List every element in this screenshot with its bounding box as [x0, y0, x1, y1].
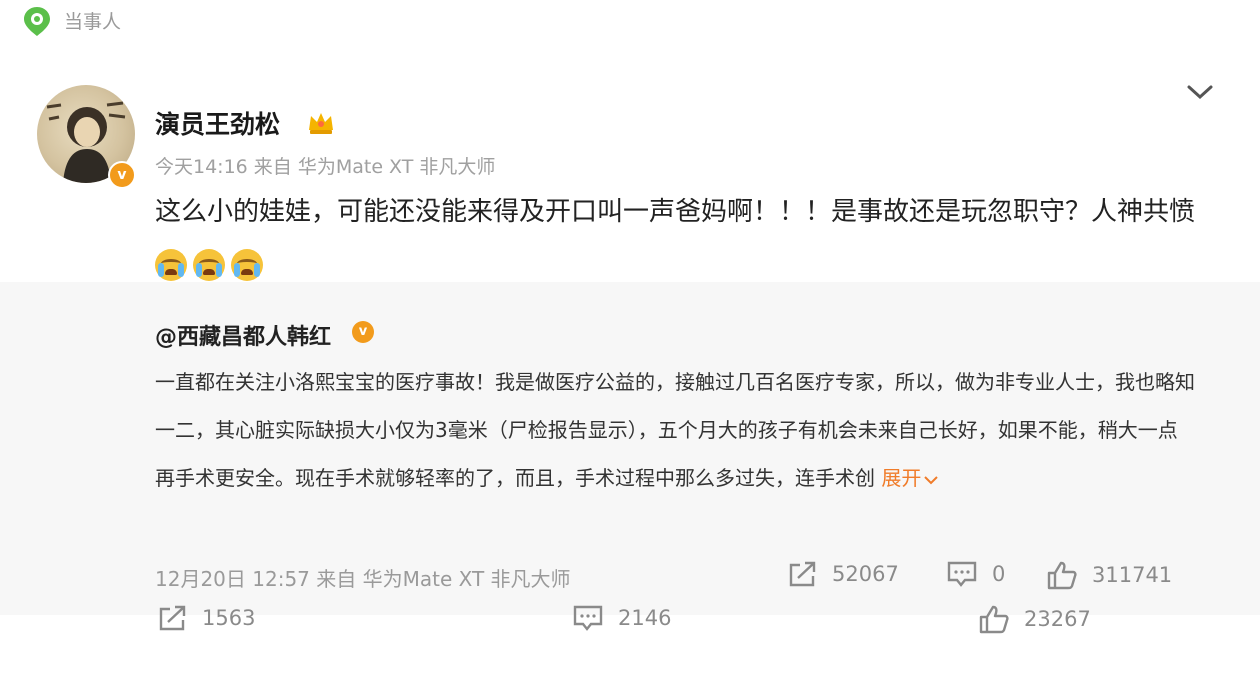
like-count: 311741: [1092, 563, 1173, 587]
repost-text: 一直都在关注小洛熙宝宝的医疗事故！我是做医疗公益的，接触过几百名医疗专家，所以，…: [155, 358, 1195, 502]
share-icon: [789, 561, 816, 587]
author-name[interactable]: 演员王劲松: [155, 105, 280, 141]
post-content: 这么小的娃娃，可能还没能来得及开口叫一声爸妈啊！！！是事故还是玩忽职守？人神共愤: [155, 186, 1215, 290]
repost-meta: 12月20日 12:57 来自 华为Mate XT 非凡大师: [155, 567, 571, 591]
crown-icon: [309, 113, 333, 134]
location-badge-icon: [24, 7, 50, 36]
repost-comment-button[interactable]: 0: [946, 560, 1005, 588]
verified-badge-icon: v: [352, 321, 374, 343]
post-text: 这么小的娃娃，可能还没能来得及开口叫一声爸妈啊！！！是事故还是玩忽职守？人神共愤: [155, 197, 1196, 227]
repost-like-button[interactable]: 311741: [1046, 560, 1172, 590]
weibo-post: v 演员王劲松 今天14:16 来自 华为Mate XT 非凡大师 这么小的娃娃…: [0, 42, 1260, 688]
post-meta: 今天14:16 来自 华为Mate XT 非凡大师: [155, 156, 496, 178]
cry-emoji-icon: [231, 248, 263, 281]
repost-card[interactable]: @西藏昌都人韩红 v 一直都在关注小洛熙宝宝的医疗事故！我是做医疗公益的，接触过…: [0, 282, 1260, 615]
like-count: 23267: [1024, 607, 1091, 631]
repost-body: 一直都在关注小洛熙宝宝的医疗事故！我是做医疗公益的，接触过几百名医疗专家，所以，…: [155, 370, 1195, 490]
comment-count: 0: [992, 562, 1006, 586]
comment-icon: [947, 561, 977, 587]
thumbs-up-icon: [1047, 561, 1077, 590]
cry-emoji-icon: [193, 248, 225, 281]
chevron-down-icon[interactable]: [923, 474, 939, 486]
verified-badge-icon: v: [108, 161, 136, 189]
thumbs-up-icon: [979, 605, 1009, 634]
like-button[interactable]: 23267: [978, 604, 1091, 634]
page-title: 当事人: [64, 11, 122, 33]
repost-count: 52067: [832, 562, 899, 586]
comment-count: 2146: [618, 606, 672, 630]
expand-label[interactable]: 展开: [881, 466, 921, 490]
chevron-down-icon[interactable]: [1186, 82, 1214, 102]
expand-link[interactable]: 展开: [881, 466, 939, 490]
share-count: 1563: [202, 606, 256, 630]
share-icon: [159, 605, 186, 631]
cry-emoji-icon: [155, 248, 187, 281]
comment-icon: [573, 605, 603, 631]
repost-user[interactable]: @西藏昌都人韩红: [155, 319, 331, 351]
comment-button[interactable]: 2146: [572, 604, 671, 632]
top-bar: 当事人: [0, 0, 1260, 42]
share-button[interactable]: 1563: [156, 604, 255, 632]
repost-share-button[interactable]: 52067: [786, 560, 899, 588]
